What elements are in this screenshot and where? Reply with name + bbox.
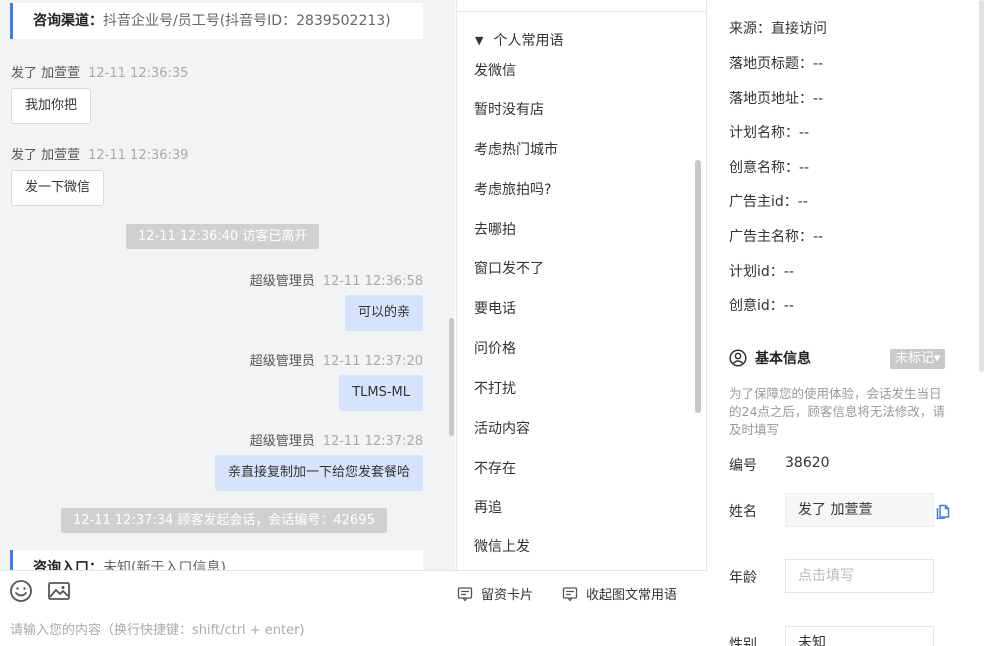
basic-info-header: 基本信息 [729,348,811,368]
message-meta: 超级管理员 12-11 12:37:28 [250,430,423,449]
channel-value: 抖音企业号/员工号(抖音号ID：2839502213) [103,13,391,29]
landing-url-field: 落地页地址：-- [729,91,824,107]
system-notice: 12-11 12:36:40 访客已离开 [126,224,320,249]
user-icon [729,349,747,367]
sender-name: 超级管理员 [249,354,315,369]
sender-name: 超级管理员 [249,434,315,449]
gender-label: 性别 [729,637,757,646]
phrase-item[interactable]: 要电话 [474,298,516,318]
image-icon[interactable] [47,579,71,603]
outgoing-message: 亲直接复制加一下给您发套餐哈 [214,455,423,491]
channel-key: 咨询渠道： [33,13,103,29]
phrase-item[interactable]: 考虑旅拍吗? [474,179,551,199]
id-label: 编号 [729,458,757,474]
incoming-message: 我加你把 [11,88,92,124]
lead-card-label: 留资卡片 [481,588,534,603]
phrase-group-header[interactable]: ▼ 个人常用语 [475,30,563,50]
id-value: 38620 [785,455,830,471]
entry-card: 咨询入口：未知(新于入口信息) [10,550,423,570]
phrase-item[interactable]: 去哪拍 [474,219,516,239]
sender-name: 发了 加萱萱 [11,66,81,81]
message-meta: 超级管理员 12-11 12:36:58 [250,270,423,289]
channel-card: 咨询渠道：抖音企业号/员工号(抖音号ID：2839502213) [10,3,423,39]
chat-panel: 咨询渠道：抖音企业号/员工号(抖音号ID：2839502213) 发了 加萱萱 1… [0,0,455,570]
phrase-item[interactable]: 窗口发不了 [474,258,544,278]
sender-name: 超级管理员 [249,274,315,289]
phrase-item[interactable]: 微信上发 [474,536,530,556]
basic-info-title: 基本信息 [755,351,811,367]
sender-name: 发了 加萱萱 [11,148,81,163]
smiley-icon[interactable] [9,579,33,603]
entry-value: 未知(新于入口信息) [103,560,226,570]
divider [457,11,706,12]
entry-key: 咨询入口： [33,560,103,570]
message-meta: 超级管理员 12-11 12:37:20 [250,350,423,369]
info-scrollbar[interactable] [979,0,984,372]
copy-icon[interactable] [935,503,951,520]
advertiser-id-field: 广告主id：-- [729,194,808,210]
message-composer: 留资卡片 收起图文常用语 [0,570,707,646]
system-notice: 12-11 12:37:34 顾客发起会话，会话编号：42695 [61,508,387,533]
message-time: 12-11 12:37:28 [322,434,423,449]
phrases-scrollbar[interactable] [695,160,701,413]
plan-id-field: 计划id：-- [729,264,794,280]
phrase-item[interactable]: 不存在 [474,458,516,478]
lead-card-button[interactable]: 留资卡片 [457,584,533,603]
creative-name-field: 创意名称：-- [729,160,810,176]
tag-dropdown[interactable]: 未标记▾ [890,349,945,369]
phrase-item[interactable]: 问价格 [474,338,516,358]
card-icon [457,586,473,602]
outgoing-message: TLMS-ML [339,375,423,411]
message-time: 12-11 12:37:20 [322,354,423,369]
collapse-phrases-button[interactable]: 收起图文常用语 [562,584,677,603]
quick-phrases-panel: ▼ 个人常用语 发微信 暂时没有店 考虑热门城市 考虑旅拍吗? 去哪拍 窗口发不… [456,0,707,570]
collapse-phrases-label: 收起图文常用语 [586,588,678,603]
landing-title-field: 落地页标题：-- [729,56,824,72]
message-time: 12-11 12:36:35 [88,66,189,81]
phrase-item[interactable]: 活动内容 [474,418,530,438]
phrase-item[interactable]: 不打扰 [474,378,516,398]
phrase-item[interactable]: 再追 [474,497,502,517]
age-label: 年龄 [729,570,757,586]
edit-notice: 为了保障您的使用体验，会话发生当日的24点之后，顾客信息将无法修改，请及时填写 [729,386,945,437]
message-time: 12-11 12:36:58 [322,274,423,289]
phrase-item[interactable]: 考虑热门城市 [474,139,558,159]
plan-name-field: 计划名称：-- [729,125,810,141]
creative-id-field: 创意id：-- [729,298,794,314]
chat-scrollbar[interactable] [449,318,454,436]
phrase-item[interactable]: 发微信 [474,60,516,80]
message-input[interactable] [10,619,700,641]
name-label: 姓名 [729,504,757,520]
phrase-item[interactable]: 暂时没有店 [474,99,544,119]
message-time: 12-11 12:36:39 [88,148,189,163]
card-icon [562,586,578,602]
caret-down-icon: ▼ [475,33,484,47]
age-input[interactable] [785,559,934,593]
message-meta: 发了 加萱萱 12-11 12:36:39 [11,144,188,163]
message-meta: 发了 加萱萱 12-11 12:36:35 [11,62,188,81]
incoming-message: 发一下微信 [11,170,105,206]
gender-select[interactable]: 未知 [785,626,934,646]
outgoing-message: 可以的亲 [344,295,423,331]
phrase-group-label: 个人常用语 [493,33,564,49]
visitor-info-panel: 来源：直接访问 落地页标题：-- 落地页地址：-- 计划名称：-- 创意名称：-… [708,0,986,646]
source-field: 来源：直接访问 [729,21,827,37]
advertiser-name-field: 广告主名称：-- [729,229,824,245]
name-field[interactable]: 发了 加萱萱 [785,493,934,527]
